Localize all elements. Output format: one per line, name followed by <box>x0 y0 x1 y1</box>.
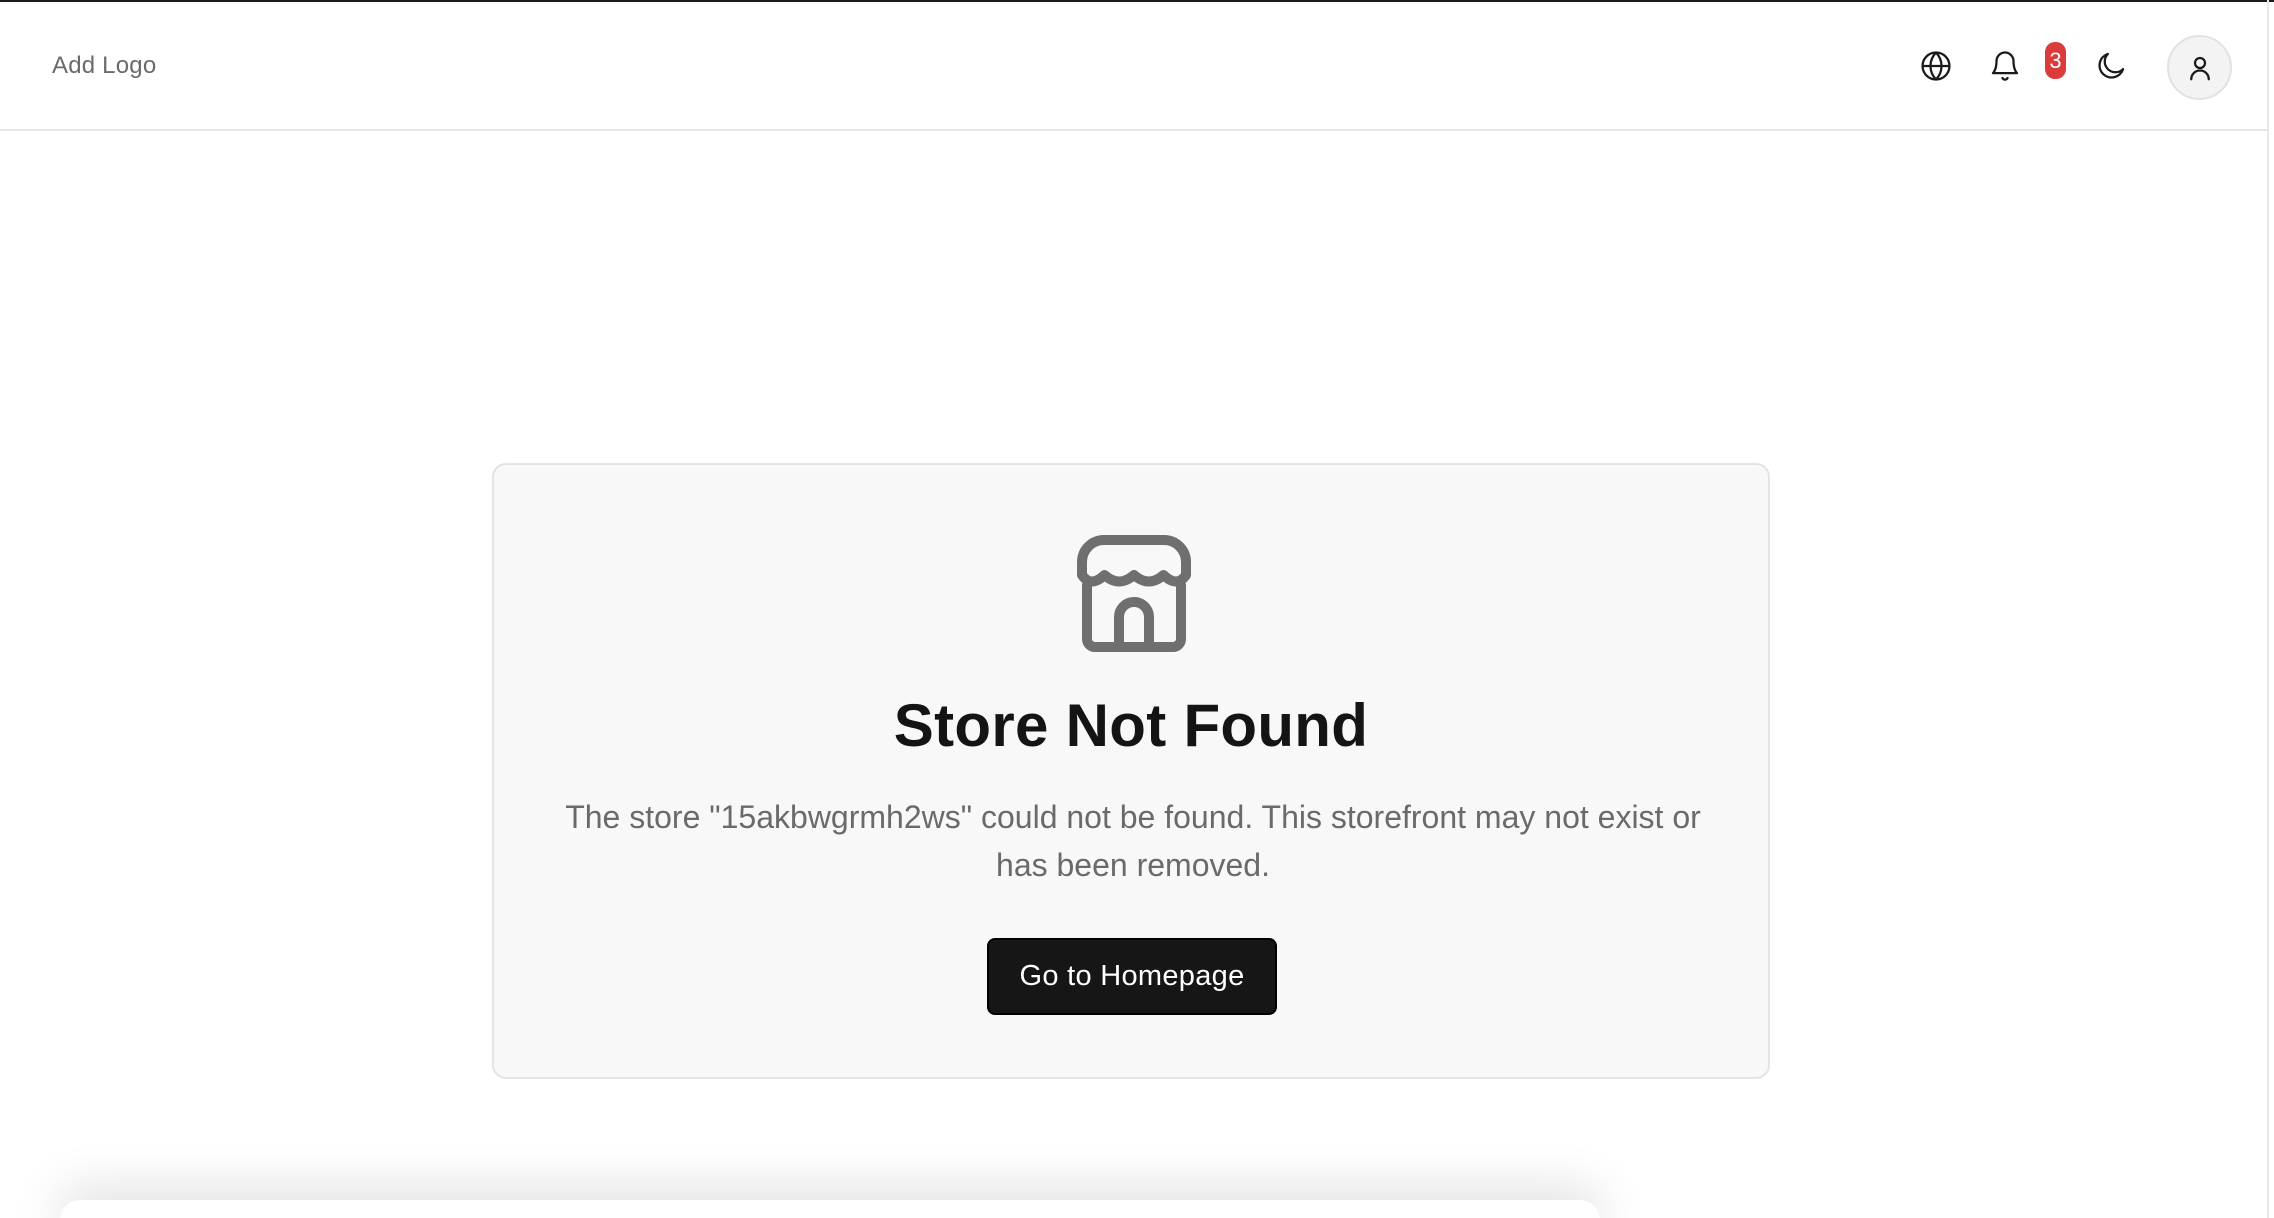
bell-icon <box>1991 51 2019 81</box>
page-title: Store Not Found <box>893 692 1369 759</box>
go-to-homepage-button[interactable]: Go to Homepage <box>987 938 1277 1015</box>
language-button[interactable] <box>1908 38 1964 94</box>
site-header: Add Logo 3 <box>0 2 2267 131</box>
bottom-panel-edge <box>60 1200 1600 1218</box>
moon-icon <box>2098 52 2125 79</box>
page: Add Logo 3 Store Not Found The store "15… <box>0 0 2274 1218</box>
globe-icon <box>1921 51 1951 81</box>
page-edge-divider <box>2267 0 2269 1218</box>
user-icon <box>2189 56 2210 80</box>
header-actions: 3 <box>0 2 2267 129</box>
store-icon <box>1077 535 1191 652</box>
store-not-found-card: Store Not Found The store "15akbwgrmh2ws… <box>492 463 1770 1079</box>
user-menu-button[interactable] <box>2167 35 2232 100</box>
notifications-button[interactable] <box>1977 38 2033 94</box>
notification-badge: 3 <box>2045 42 2066 79</box>
theme-toggle-button[interactable] <box>2083 38 2139 94</box>
error-message: The store "15akbwgrmh2ws" could not be f… <box>565 799 1701 883</box>
